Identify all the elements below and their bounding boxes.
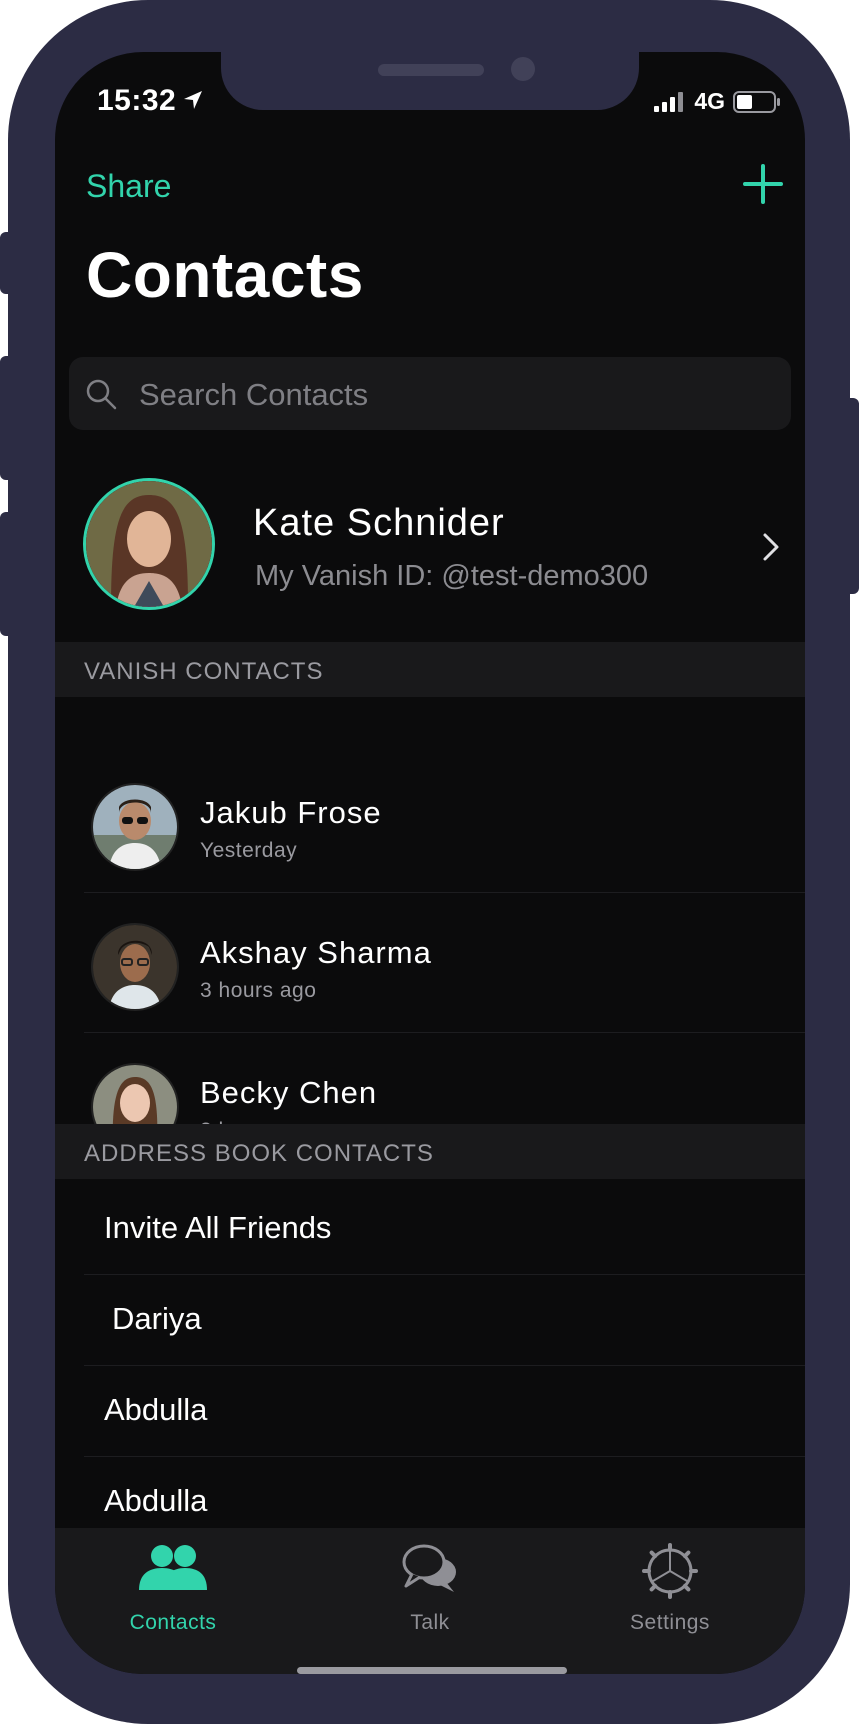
camera <box>511 57 535 81</box>
search-icon <box>86 379 117 410</box>
contact-name: Becky Chen <box>200 1075 378 1110</box>
settings-icon <box>642 1543 698 1599</box>
contact-name: Akshay Sharma <box>200 935 432 970</box>
profile-avatar <box>83 478 215 610</box>
tab-contacts[interactable]: Contacts <box>83 1528 263 1648</box>
tab-talk[interactable]: Talk <box>340 1528 520 1648</box>
profile-vanish-id: My Vanish ID: @test-demo300 <box>255 560 649 592</box>
section-header-address-book: ADDRESS BOOK CONTACTS <box>55 1124 805 1179</box>
talk-icon <box>402 1544 456 1592</box>
contact-avatar <box>91 923 179 1011</box>
address-book-label: Abdulla <box>104 1483 208 1518</box>
signal-icon <box>654 91 684 112</box>
contact-photo <box>93 925 177 1009</box>
contact-row[interactable]: Akshay Sharma 3 hours ago <box>55 893 805 1033</box>
search-bar[interactable]: Search Contacts <box>69 357 791 430</box>
status-indicators: 4G <box>654 88 781 115</box>
notch <box>221 52 639 110</box>
address-book-label: Abdulla <box>104 1392 208 1427</box>
tab-label: Settings <box>630 1611 710 1634</box>
contact-photo <box>93 785 177 869</box>
volume-down-button <box>0 512 12 636</box>
power-button <box>846 398 859 594</box>
tab-label: Contacts <box>129 1611 217 1634</box>
speaker <box>378 64 484 76</box>
address-book-row[interactable]: Dariya <box>55 1275 805 1366</box>
profile-name: Kate Schnider <box>253 502 505 544</box>
tab-settings[interactable]: Settings <box>580 1528 760 1648</box>
address-book-label: Dariya <box>112 1301 202 1336</box>
tab-bar: Contacts Talk Settings <box>55 1528 805 1674</box>
screen: 15:32 4G Share Contacts Search Contacts <box>55 52 805 1674</box>
contact-row[interactable]: Jakub Frose Yesterday <box>55 753 805 893</box>
status-time: 15:32 <box>97 84 177 117</box>
search-placeholder: Search Contacts <box>139 377 369 412</box>
contact-avatar <box>91 783 179 871</box>
invite-all-friends-row[interactable]: Invite All Friends <box>55 1184 805 1275</box>
contact-last-seen: Yesterday <box>200 839 298 862</box>
network-type: 4G <box>694 88 725 114</box>
address-book-row[interactable]: Abdulla <box>55 1366 805 1457</box>
contact-last-seen: 3 hours ago <box>200 979 317 1002</box>
share-button[interactable]: Share <box>86 168 171 205</box>
tab-label: Talk <box>410 1611 450 1634</box>
add-contact-button[interactable] <box>743 164 783 204</box>
contacts-icon <box>139 1545 207 1590</box>
battery-icon <box>733 90 780 113</box>
section-label: VANISH CONTACTS <box>84 658 324 685</box>
address-book-label: Invite All Friends <box>104 1210 332 1245</box>
chevron-right-icon <box>763 533 779 561</box>
volume-up-button <box>0 356 12 480</box>
my-profile-row[interactable]: Kate Schnider My Vanish ID: @test-demo30… <box>55 446 805 611</box>
section-header-vanish: VANISH CONTACTS <box>55 642 805 697</box>
mute-switch <box>0 232 12 294</box>
home-indicator <box>297 1667 567 1674</box>
profile-photo <box>86 481 212 607</box>
contact-name: Jakub Frose <box>200 795 382 830</box>
location-arrow-icon <box>184 91 202 109</box>
section-label: ADDRESS BOOK CONTACTS <box>84 1140 434 1167</box>
page-title: Contacts <box>86 239 364 311</box>
